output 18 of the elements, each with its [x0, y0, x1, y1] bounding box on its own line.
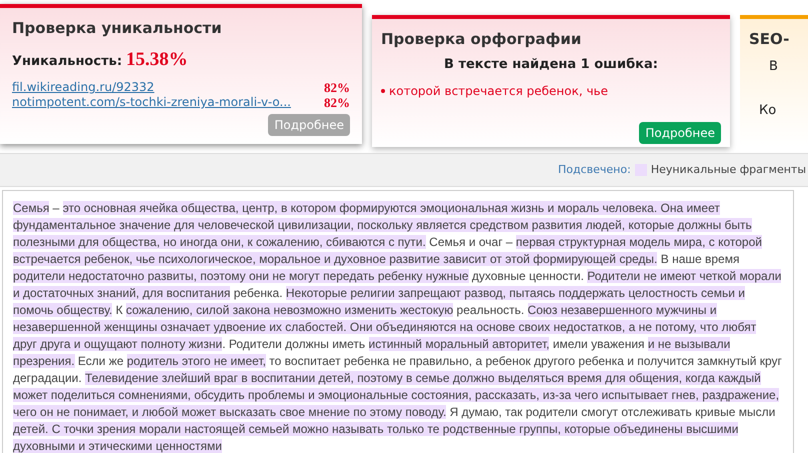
- legend-text: Неуникальные фрагменты: [650, 162, 806, 178]
- match-percent: 82%: [324, 95, 350, 110]
- seo-text: В: [769, 58, 779, 76]
- source-link[interactable]: notimpotent.com/s-tochki-zreniya-morali-v-o...: [12, 95, 291, 110]
- card-title: Проверка уникальности: [12, 18, 223, 39]
- source-link[interactable]: fil.wikireading.ru/92332: [12, 80, 154, 95]
- card-title: Проверка орфографии: [381, 29, 582, 50]
- seo-text: Ко: [759, 102, 778, 120]
- error-summary: В тексте найдена 1 ошибка:: [443, 56, 659, 74]
- details-button[interactable]: Подробнее: [639, 122, 721, 144]
- uniqueness-value: 15.38%: [126, 48, 188, 72]
- bullet-icon: [381, 89, 385, 93]
- match-percent: 82%: [324, 80, 350, 95]
- uniqueness-label: Уникальность:: [12, 52, 122, 70]
- legend-label: Подсвечено:: [558, 162, 631, 178]
- checked-text: Семья – это основная ячейка общества, центр, в котором формируются эмоциональная жизнь и мораль человека. Она имеет фундаментальное значение для человеческой цивилизации, поскольку является средством развития людей, которые должны быть полезными для общества, но иногда они, к сожалению, сбиваются с пути. Семья и очаг – первая структурная модель мира, с которой встречается ребенок, чье психологическое, моральное и духовное развитие зависит от этой формирующей среды. В наше время родители недостаточно развиты, поэтому они не могут передать ребенку нужные духовные ценности. Родители не имеют четкой морали и достаточных знаний, для воспитания ребенка. Некоторые религии запрещают развод, пытаясь поддержать целостность семьи и помочь обществу. К сожалению, силой закона невозможно изменить жестокую реальность. Союз незавершенного мужчины и незавершенной женщины означает удвоение их слабостей. Они объединяются на основе своих недостатков, а не потому, что любят друг друга и ощущают полноту жизни. Родители должны иметь истинный моральный авторитет, имели уважения и не вызывали презрения. Если же родитель этого не имеет, то воспитает ребенка не правильно, а ребенок другого ребенка и получится замкнутый круг деградации. Телевидение злейший враг в воспитании детей, поэтому в семье должно выделяться время для общения, когда каждый может поделиться сомнениями, обсудить проблемы и эмоциональные состояния, рассказать, из-за чего испытывает гнев, раздражение, чего он не понимает, и любой может высказать свое мнение по этому поводу. Я думаю, так родители смогут отслеживать кривые мысли детей. С точки зрения морали настоящей семьей можно называть только те родственные группы, которые объединены высшими духовными и этическими ценностями: [13, 200, 783, 453]
- card-title: SEO-: [749, 29, 790, 50]
- spelling-error: которой встречается ребенок, чье: [389, 83, 608, 100]
